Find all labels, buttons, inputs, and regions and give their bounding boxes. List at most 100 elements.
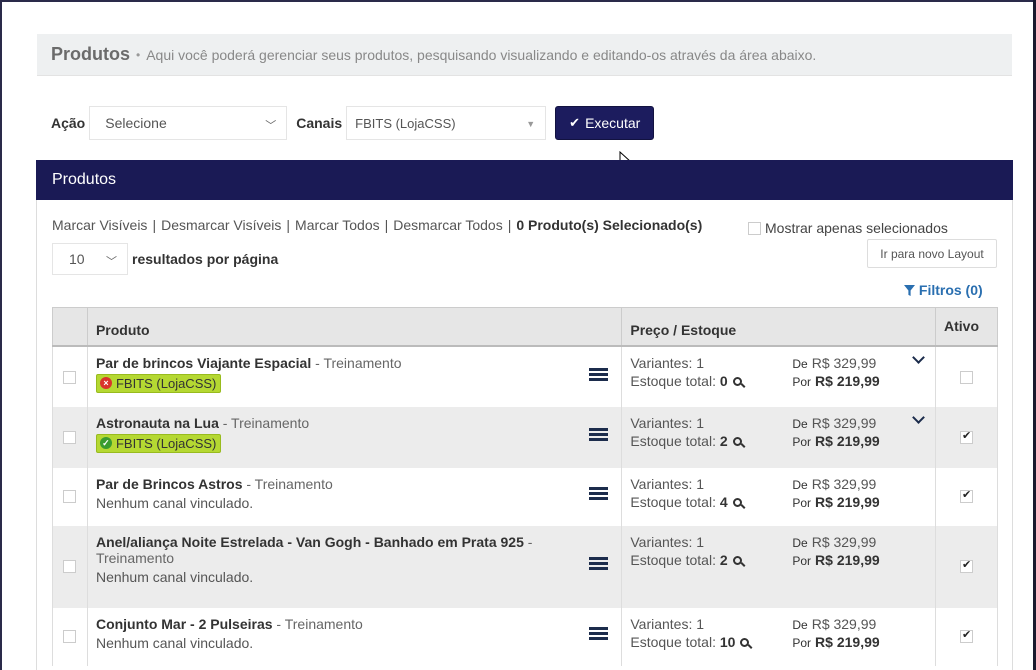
mark-all-link[interactable]: Marcar Todos	[295, 217, 380, 233]
mark-visible-link[interactable]: Marcar Visíveis	[52, 217, 147, 233]
filters-link[interactable]: Filtros (0)	[904, 282, 983, 298]
price-block: De R$ 329,99 Por R$ 219,99	[792, 534, 879, 568]
price-de-label: De	[792, 477, 808, 492]
row-checkbox[interactable]	[63, 370, 77, 384]
execute-button-label: Executar	[585, 115, 641, 131]
canais-select-value: FBITS (LojaCSS)	[355, 115, 456, 131]
new-layout-button[interactable]: Ir para novo Layout	[867, 239, 997, 268]
row-checkbox[interactable]	[63, 629, 77, 643]
variants-count: 1	[696, 615, 705, 632]
product-cell: Conjunto Mar - 2 Pulseiras - Treinamento…	[86, 607, 623, 666]
page-header: Produtos • Aqui você poderá gerenciar se…	[37, 34, 1012, 76]
variants-count: 1	[696, 475, 705, 492]
products-panel-title: Produtos	[52, 171, 117, 188]
stock-count: 0	[719, 372, 728, 389]
canais-label: Canais	[296, 115, 343, 131]
only-selected-toggle[interactable]: Mostrar apenas selecionados	[748, 220, 948, 236]
price-de-label: De	[792, 416, 808, 431]
price-column-header: Preço / Estoque	[621, 307, 936, 347]
stock-label: Estoque total:	[630, 551, 716, 568]
per-page-select[interactable]: 10 ﹀	[52, 243, 128, 275]
table-header-row: Produto Preço / Estoque Ativo	[52, 307, 998, 347]
product-category: - Treinamento	[272, 615, 363, 632]
active-checkbox[interactable]	[960, 429, 973, 444]
stock-label: Estoque total:	[630, 372, 716, 389]
app-frame: Produtos • Aqui você poderá gerenciar se…	[0, 0, 1033, 670]
no-channel-text: Nenhum canal vinculado.	[95, 568, 254, 585]
price-de-label: De	[792, 535, 808, 550]
error-circle-icon: ×	[99, 377, 112, 389]
price-block: De R$ 329,99 Por R$ 219,99	[792, 355, 879, 389]
unmark-all-link[interactable]: Desmarcar Todos	[393, 217, 502, 233]
price-de-value: R$ 329,99	[811, 354, 877, 371]
search-icon[interactable]	[732, 555, 742, 565]
list-icon[interactable]	[589, 427, 609, 443]
list-icon[interactable]	[589, 367, 609, 383]
price-stock-cell: Variantes: 1 Estoque total: 4 De R$ 329,99 P…	[621, 467, 936, 526]
row-select-cell	[52, 345, 88, 407]
channel-badge-label: FBITS (LojaCSS)	[115, 435, 217, 451]
price-por-label: Por	[792, 635, 812, 650]
row-checkbox[interactable]	[63, 430, 77, 444]
price-de-value: R$ 329,99	[811, 475, 877, 492]
variants-label: Variantes:	[630, 615, 693, 632]
canais-select[interactable]: FBITS (LojaCSS) ▼	[346, 106, 547, 140]
table-row: Par de Brincos Astros - Treinamento Nenhu…	[52, 467, 998, 526]
table-row: Par de brincos Viajante Espacial - Trein…	[52, 345, 998, 407]
only-selected-label: Mostrar apenas selecionados	[765, 220, 948, 236]
row-checkbox[interactable]	[63, 489, 77, 503]
product-column-header: Produto	[86, 307, 623, 347]
search-icon[interactable]	[732, 376, 742, 386]
price-block: De R$ 329,99 Por R$ 219,99	[792, 476, 879, 510]
caret-down-icon: ▼	[526, 119, 536, 129]
price-de-value: R$ 329,99	[811, 533, 877, 550]
product-category: - Treinamento	[242, 475, 333, 492]
price-de-label: De	[792, 356, 808, 371]
search-icon[interactable]	[732, 436, 742, 446]
only-selected-checkbox[interactable]	[748, 221, 761, 235]
price-por-value: R$ 219,99	[815, 551, 880, 568]
row-select-cell	[52, 607, 88, 666]
row-checkbox[interactable]	[63, 559, 77, 573]
price-stock-cell: Variantes: 1 Estoque total: 2 De R$ 329,99 P…	[621, 406, 936, 468]
selection-links: Marcar Visíveis | Desmarcar Visíveis | Marca…	[52, 217, 703, 233]
stock-label: Estoque total:	[630, 633, 716, 650]
execute-button[interactable]: ✔ Executar	[555, 106, 655, 140]
product-name[interactable]: Par de Brincos Astros	[96, 476, 243, 492]
price-por-label: Por	[792, 434, 812, 449]
product-name[interactable]: Conjunto Mar - 2 Pulseiras	[96, 616, 273, 632]
active-checkbox[interactable]	[960, 558, 973, 573]
search-icon[interactable]	[740, 637, 750, 647]
list-icon[interactable]	[589, 486, 609, 502]
variants-count: 1	[696, 354, 705, 371]
check-icon: ✔	[569, 115, 581, 130]
stock-count: 4	[719, 493, 728, 510]
new-layout-label: Ir para novo Layout	[880, 246, 984, 261]
product-name[interactable]: Astronauta na Lua	[96, 415, 219, 431]
stock-label: Estoque total:	[630, 432, 716, 449]
product-cell: Par de Brincos Astros - Treinamento Nenhu…	[86, 467, 623, 526]
products-table-body: Par de brincos Viajante Espacial - Trein…	[52, 345, 998, 666]
price-block: De R$ 329,99 Por R$ 219,99	[792, 415, 879, 449]
list-icon[interactable]	[589, 626, 609, 642]
search-icon[interactable]	[732, 497, 742, 507]
action-bar: Ação Selecione ﹀ Canais FBITS (LojaCSS) …	[51, 106, 655, 140]
channel-badge[interactable]: ✓ FBITS (LojaCSS)	[95, 433, 222, 453]
product-cell: Par de brincos Viajante Espacial - Trein…	[86, 345, 623, 407]
active-checkbox[interactable]	[960, 370, 973, 384]
stock-count: 2	[719, 551, 728, 568]
acao-select[interactable]: Selecione ﹀	[89, 106, 288, 140]
active-checkbox[interactable]	[960, 488, 973, 503]
product-category: - Treinamento	[218, 414, 310, 431]
products-table: Produto Preço / Estoque Ativo Par de bri…	[52, 307, 998, 666]
unmark-visible-link[interactable]: Desmarcar Visíveis	[161, 217, 281, 233]
no-channel-text: Nenhum canal vinculado.	[95, 634, 254, 651]
active-checkbox[interactable]	[960, 628, 973, 643]
list-icon[interactable]	[589, 556, 609, 572]
channel-badge[interactable]: × FBITS (LojaCSS)	[95, 373, 222, 393]
stock-count: 10	[719, 633, 736, 650]
product-name[interactable]: Par de brincos Viajante Espacial	[96, 355, 311, 371]
variants-label: Variantes:	[630, 533, 693, 550]
chevron-down-icon: ﹀	[106, 256, 117, 268]
product-name[interactable]: Anel/aliança Noite Estrelada - Van Gogh …	[96, 534, 524, 550]
